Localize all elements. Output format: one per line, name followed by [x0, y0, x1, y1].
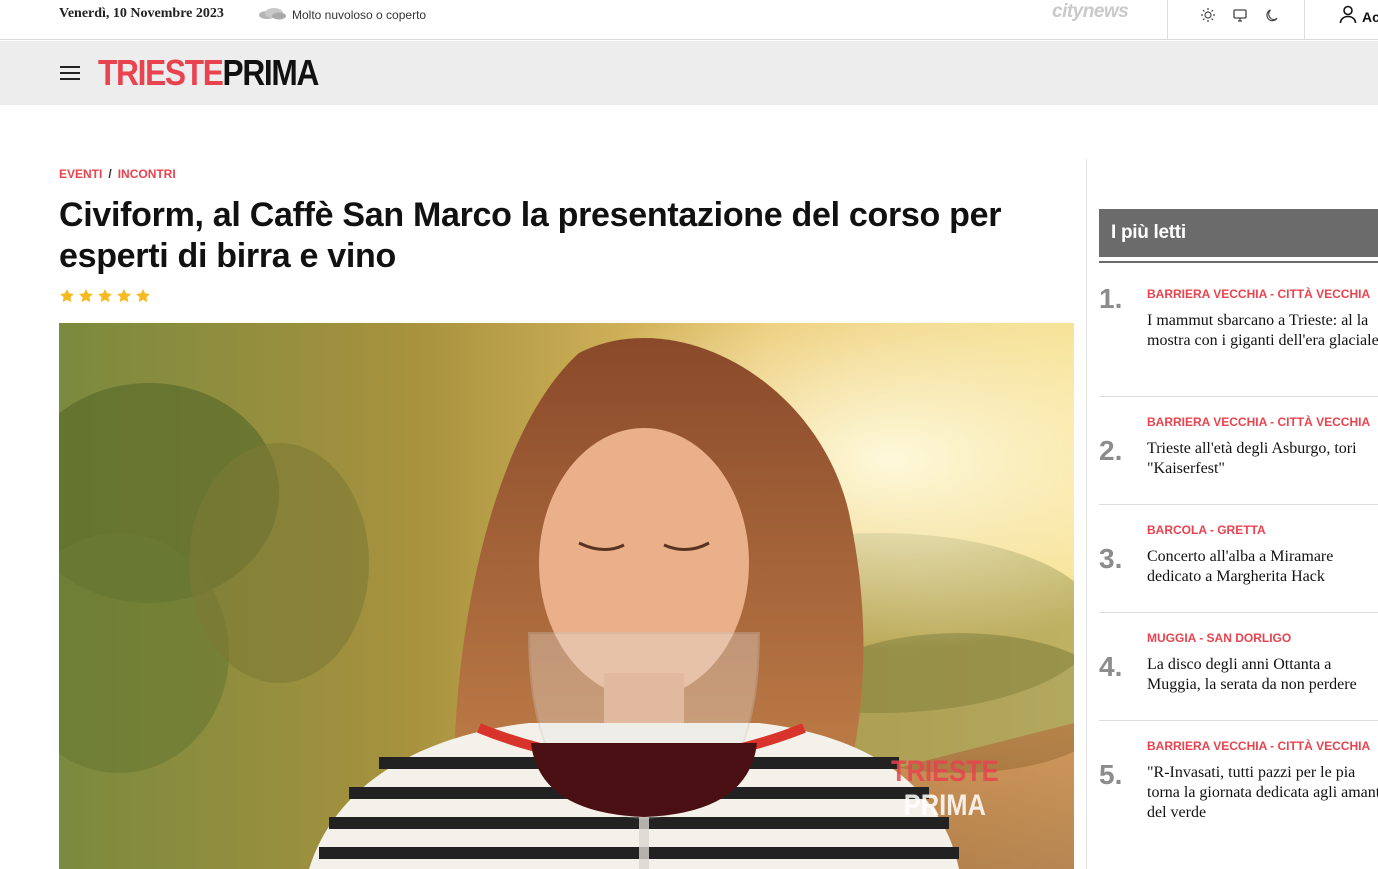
rank-number: 4. — [1099, 651, 1123, 682]
watermark-prima: PRIMA — [903, 789, 986, 822]
rank-number: 3. — [1099, 543, 1123, 574]
divider — [1304, 0, 1305, 40]
star-icon[interactable] — [116, 288, 132, 304]
item-category[interactable]: BARRIERA VECCHIA - CITTÀ VECCHIA — [1147, 415, 1370, 429]
sun-icon[interactable] — [1198, 5, 1218, 25]
item-category[interactable]: BARRIERA VECCHIA - CITTÀ VECCHIA — [1147, 287, 1370, 301]
star-icon[interactable] — [59, 288, 75, 304]
breadcrumb: EVENTI / INCONTRI — [59, 167, 176, 181]
most-read-item[interactable]: 4. MUGGIA - SAN DORLIGO La disco degli a… — [1099, 613, 1378, 721]
most-read-item[interactable]: 3. BARCOLA - GRETTA Concerto all'alba a … — [1099, 505, 1378, 613]
item-title[interactable]: "R-Invasati, tutti pazzi per le pia torn… — [1147, 763, 1378, 823]
logo-part-prima: PRIMA — [222, 52, 320, 93]
rank-number: 1. — [1099, 283, 1123, 314]
breadcrumb-separator: / — [108, 167, 112, 181]
image-watermark: TRIESTE PRIMA — [891, 755, 999, 823]
account-button[interactable]: Ac — [1338, 4, 1378, 29]
column-divider — [1086, 159, 1087, 869]
most-read-title: I più letti — [1111, 222, 1186, 243]
most-read-item[interactable]: 2. BARRIERA VECCHIA - CITTÀ VECCHIA Trie… — [1099, 397, 1378, 505]
account-label: Ac — [1362, 8, 1378, 25]
breadcrumb-eventi[interactable]: EVENTI — [59, 167, 102, 181]
item-title[interactable]: Concerto all'alba a Miramare dedicato a … — [1147, 547, 1378, 587]
site-logo[interactable]: TRIESTEPRIMA — [98, 52, 320, 94]
monitor-icon[interactable] — [1230, 5, 1250, 25]
star-icon[interactable] — [97, 288, 113, 304]
star-icon[interactable] — [78, 288, 94, 304]
weather-status: Molto nuvoloso o coperto — [292, 8, 427, 22]
item-category[interactable]: MUGGIA - SAN DORLIGO — [1147, 631, 1291, 645]
user-icon — [1338, 4, 1358, 29]
item-title[interactable]: La disco degli anni Ottanta a Muggia, la… — [1147, 655, 1378, 695]
most-read-item[interactable]: 5. BARRIERA VECCHIA - CITTÀ VECCHIA "R-I… — [1099, 721, 1378, 829]
item-title[interactable]: Trieste all'età degli Asburgo, tori "Kai… — [1147, 439, 1378, 479]
moon-icon[interactable] — [1262, 5, 1282, 25]
site-header: TRIESTEPRIMA — [0, 41, 1378, 105]
menu-icon[interactable] — [60, 64, 82, 82]
most-read-item[interactable]: 1. BARRIERA VECCHIA - CITTÀ VECCHIA I ma… — [1099, 283, 1378, 397]
divider — [1167, 0, 1168, 40]
item-category[interactable]: BARCOLA - GRETTA — [1147, 523, 1266, 537]
rank-number: 2. — [1099, 435, 1123, 466]
item-category[interactable]: BARRIERA VECCHIA - CITTÀ VECCHIA — [1147, 739, 1370, 753]
citynews-logo[interactable]: citynews — [1052, 1, 1129, 23]
most-read-underline — [1099, 261, 1378, 263]
rank-number: 5. — [1099, 759, 1123, 790]
breadcrumb-incontri[interactable]: INCONTRI — [118, 167, 176, 181]
article-title: Civiform, al Caffè San Marco la presenta… — [59, 196, 1002, 275]
watermark-trieste: TRIESTE — [891, 755, 999, 788]
article-hero-image: TRIESTE PRIMA — [59, 323, 1074, 869]
most-read-header: I più letti — [1099, 209, 1378, 257]
rating-stars — [59, 288, 151, 304]
item-title[interactable]: I mammut sbarcano a Trieste: al la mostr… — [1147, 311, 1378, 351]
logo-part-trieste: TRIESTE — [98, 52, 224, 93]
current-date: Venerdì, 10 Novembre 2023 — [59, 6, 224, 21]
top-utility-bar: Venerdì, 10 Novembre 2023 Molto nuvoloso… — [0, 0, 1378, 40]
cloud-icon — [257, 6, 287, 20]
star-icon[interactable] — [135, 288, 151, 304]
